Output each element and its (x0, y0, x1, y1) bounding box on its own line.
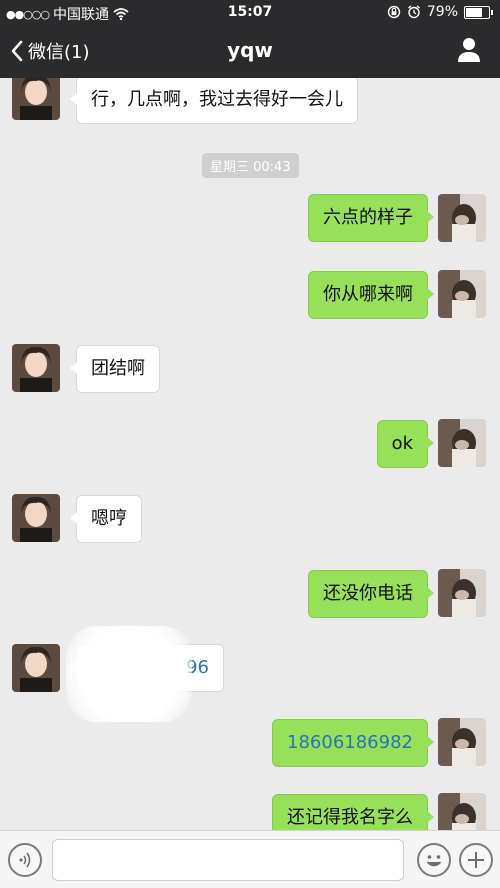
emoji-icon (426, 855, 442, 867)
message-bubble[interactable]: ok (376, 420, 435, 468)
contact-avatar[interactable] (12, 494, 60, 542)
status-bar: ●●○○○ 中国联通 15:07 79% (0, 0, 500, 26)
my-avatar[interactable] (438, 569, 486, 617)
message-text: 还没你电话 (323, 583, 413, 604)
message-bubble[interactable]: 六点的样子 (308, 194, 434, 242)
message-text: 六点的样子 (323, 207, 413, 228)
contact-avatar[interactable] (12, 78, 60, 120)
message-text: ok (391, 433, 413, 454)
my-avatar[interactable] (438, 793, 486, 830)
redaction-mark (66, 626, 192, 722)
person-icon (458, 38, 480, 62)
battery-percent: 79% (426, 4, 458, 20)
rotation-lock-icon (387, 5, 401, 19)
input-bar (0, 830, 500, 888)
my-avatar[interactable] (438, 718, 486, 766)
plus-icon (468, 852, 484, 868)
message-bubble[interactable]: 你从哪来啊 (308, 271, 434, 319)
chat-screen: ●●○○○ 中国联通 15:07 79% 微信(1) yqw 行，几点啊，我过去… (0, 0, 500, 888)
contact-avatar[interactable] (12, 644, 60, 692)
battery-level (466, 7, 482, 17)
message-input[interactable] (52, 839, 404, 881)
message-bubble[interactable]: 还记得我名字么 (272, 794, 434, 830)
message-bubble[interactable]: 团结啊 (70, 345, 160, 393)
battery-icon (464, 5, 493, 19)
message-text: 团结啊 (91, 358, 145, 379)
message-text: 嗯哼 (91, 508, 127, 529)
message-timestamp: 星期三 00:43 (202, 153, 299, 178)
my-avatar[interactable] (438, 419, 486, 467)
contact-avatar[interactable] (12, 344, 60, 392)
profile-button[interactable] (456, 36, 482, 68)
message-list[interactable]: 行，几点啊，我过去得好一会儿 星期三 00:43 六点的样子 你从哪来啊 团结啊… (0, 78, 500, 830)
voice-icon (19, 852, 31, 868)
message-text: 行，几点啊，我过去得好一会儿 (91, 89, 343, 110)
phone-link[interactable]: 18606186982 (287, 732, 413, 753)
my-avatar[interactable] (438, 194, 486, 242)
alarm-icon (407, 5, 420, 19)
chat-title: yqw (227, 38, 273, 62)
nav-bar: 微信(1) yqw (0, 26, 500, 78)
message-text: 你从哪来啊 (323, 284, 413, 305)
emoji-button[interactable] (417, 843, 451, 877)
message-bubble[interactable]: 还没你电话 (308, 570, 434, 618)
add-button[interactable] (459, 843, 493, 877)
my-avatar[interactable] (438, 270, 486, 318)
message-bubble[interactable]: 18606186982 (272, 719, 434, 767)
message-text: 还记得我名字么 (287, 807, 413, 828)
message-bubble[interactable]: 行，几点啊，我过去得好一会儿 (70, 78, 358, 124)
message-bubble[interactable]: 嗯哼 (70, 495, 142, 543)
voice-button[interactable] (8, 843, 42, 877)
